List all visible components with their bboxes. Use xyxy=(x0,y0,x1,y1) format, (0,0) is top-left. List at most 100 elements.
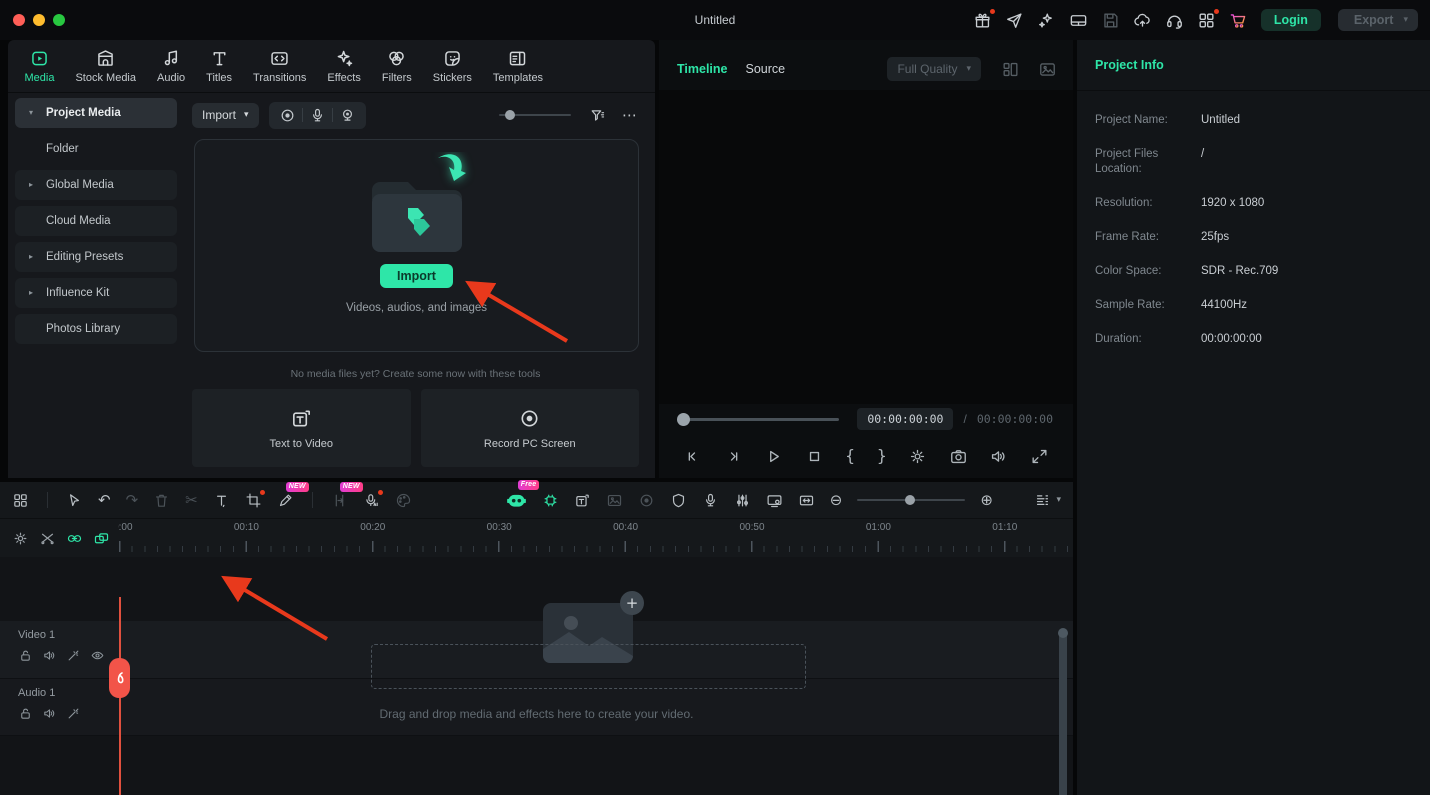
timeline-zoom-slider[interactable] xyxy=(857,499,965,501)
sidebar-item-folder[interactable]: Folder xyxy=(15,134,177,164)
scrubber-knob[interactable] xyxy=(677,413,690,426)
crop-icon[interactable] xyxy=(245,492,262,509)
mask-shield-icon[interactable] xyxy=(670,492,687,509)
tab-timeline-preview[interactable]: Timeline xyxy=(677,62,727,76)
add-text-icon[interactable] xyxy=(213,492,230,509)
auto-ripple-off-icon[interactable] xyxy=(39,530,56,547)
current-timecode[interactable]: 00:00:00:00 xyxy=(857,408,953,430)
split-scissors-icon[interactable]: ✂ xyxy=(185,493,198,508)
mask-palette-icon[interactable] xyxy=(395,492,412,509)
toolbox-grid-icon[interactable] xyxy=(12,492,29,509)
whats-new-icon[interactable] xyxy=(1037,11,1056,30)
lock-track-icon[interactable] xyxy=(18,648,33,663)
tab-templates[interactable]: Templates xyxy=(482,48,553,84)
tab-filters[interactable]: Filters xyxy=(371,48,422,84)
tab-media[interactable]: Media xyxy=(14,48,65,84)
playback-quality-dropdown[interactable]: Full Quality▾ xyxy=(887,57,981,81)
preview-scopes-icon[interactable] xyxy=(1038,60,1057,79)
playhead-handle[interactable] xyxy=(109,658,130,698)
fit-timeline-icon[interactable] xyxy=(798,492,815,509)
timeline-settings-icon[interactable] xyxy=(12,530,29,547)
keyframe-pen-icon[interactable]: NEW xyxy=(277,492,294,509)
gift-promo-icon[interactable] xyxy=(973,11,992,30)
delete-icon[interactable] xyxy=(153,492,170,509)
undo-icon[interactable]: ↶ xyxy=(98,493,111,508)
filter-funnel-icon[interactable] xyxy=(589,107,606,124)
previous-frame-button[interactable] xyxy=(683,447,702,466)
apps-grid-icon[interactable] xyxy=(1197,11,1216,30)
mute-track-icon[interactable] xyxy=(42,706,57,721)
ripple-edit-icon[interactable]: NEW xyxy=(331,492,348,509)
hide-track-icon[interactable] xyxy=(90,648,105,663)
export-button[interactable]: Export▾ xyxy=(1338,9,1418,31)
thumbnail-size-knob[interactable] xyxy=(505,110,515,120)
voiceover-mic-icon[interactable] xyxy=(702,492,719,509)
tab-audio[interactable]: Audio xyxy=(147,48,196,84)
record-webcam-icon[interactable] xyxy=(339,107,356,124)
snapshot-camera-icon[interactable] xyxy=(949,447,968,466)
text-to-video-tool-icon[interactable] xyxy=(574,492,591,509)
mark-out-button[interactable]: } xyxy=(877,448,887,464)
record-tool-icon[interactable] xyxy=(638,492,655,509)
sidebar-item-global-media[interactable]: ▸Global Media xyxy=(15,170,177,200)
tab-effects[interactable]: Effects xyxy=(317,48,371,84)
record-video-icon[interactable] xyxy=(279,107,296,124)
track-wand-icon[interactable] xyxy=(66,648,81,663)
next-frame-button[interactable] xyxy=(724,447,743,466)
record-voiceover-icon[interactable] xyxy=(309,107,326,124)
screen-record-icon[interactable] xyxy=(766,492,783,509)
import-button[interactable]: Import xyxy=(380,264,453,288)
sidebar-item-cloud-media[interactable]: Cloud Media xyxy=(15,206,177,236)
redo-icon[interactable]: ↷ xyxy=(126,493,139,508)
ai-voice-icon[interactable] xyxy=(363,492,380,509)
mute-track-icon[interactable] xyxy=(42,648,57,663)
save-project-icon[interactable] xyxy=(1101,11,1120,30)
add-media-plus-icon[interactable]: + xyxy=(620,591,644,615)
support-headset-icon[interactable] xyxy=(1165,11,1184,30)
ai-copilot-icon[interactable]: Free xyxy=(506,490,527,511)
login-button[interactable]: Login xyxy=(1261,9,1321,31)
import-dropdown[interactable]: Import▾ xyxy=(192,103,259,128)
audio-mixer-icon[interactable] xyxy=(734,492,751,509)
zoom-in-icon[interactable]: ⊕ xyxy=(980,493,993,508)
import-dropzone[interactable]: Import Videos, audios, and images xyxy=(194,139,639,352)
record-pc-screen-card[interactable]: Record PC Screen xyxy=(421,389,640,467)
volume-icon[interactable] xyxy=(989,447,1008,466)
sidebar-item-project-media[interactable]: ▾Project Media xyxy=(15,98,177,128)
more-options-icon[interactable]: ⋯ xyxy=(622,108,639,123)
playback-scrubber[interactable] xyxy=(679,418,839,421)
timeline-dropzone[interactable] xyxy=(371,644,806,689)
tab-transitions[interactable]: Transitions xyxy=(243,48,317,84)
vertical-scrollbar[interactable] xyxy=(1059,632,1067,795)
text-to-video-card[interactable]: Text to Video xyxy=(192,389,411,467)
tab-stock-media[interactable]: Stock Media xyxy=(65,48,147,84)
sidebar-item-photos-library[interactable]: Photos Library xyxy=(15,314,177,344)
play-button[interactable] xyxy=(764,447,783,466)
magnetic-track-icon[interactable] xyxy=(93,530,110,547)
tab-titles[interactable]: Titles xyxy=(196,48,243,84)
track-manager-icon[interactable] xyxy=(1034,492,1051,509)
zoom-out-icon[interactable]: ⊖ xyxy=(830,493,843,508)
track-wand-icon[interactable] xyxy=(66,706,81,721)
sidebar-item-editing-presets[interactable]: ▸Editing Presets xyxy=(15,242,177,272)
keyboard-shortcuts-icon[interactable] xyxy=(1069,11,1088,30)
lock-track-icon[interactable] xyxy=(18,706,33,721)
mark-in-button[interactable]: { xyxy=(845,448,855,464)
sidebar-item-influence-kit[interactable]: ▸Influence Kit xyxy=(15,278,177,308)
stop-button[interactable] xyxy=(805,447,824,466)
thumbnail-size-slider[interactable] xyxy=(499,114,571,116)
ruler-strip[interactable]: 00:0000:1000:2000:3000:4000:5001:0001:10 xyxy=(118,519,1073,557)
tab-source-preview[interactable]: Source xyxy=(745,62,785,76)
image-tool-icon[interactable] xyxy=(606,492,623,509)
playback-settings-icon[interactable] xyxy=(908,447,927,466)
tab-stickers[interactable]: Stickers xyxy=(422,48,482,84)
ai-chip-icon[interactable] xyxy=(542,492,559,509)
chevron-down-icon[interactable]: ▾ xyxy=(1056,496,1061,505)
timeline-zoom-knob[interactable] xyxy=(905,495,915,505)
fullscreen-icon[interactable] xyxy=(1030,447,1049,466)
share-feedback-icon[interactable] xyxy=(1005,11,1024,30)
purchase-cart-icon[interactable] xyxy=(1229,11,1248,30)
preview-layout-icon[interactable] xyxy=(1001,60,1020,79)
cloud-upload-icon[interactable] xyxy=(1133,11,1152,30)
select-tool-icon[interactable] xyxy=(66,492,83,509)
